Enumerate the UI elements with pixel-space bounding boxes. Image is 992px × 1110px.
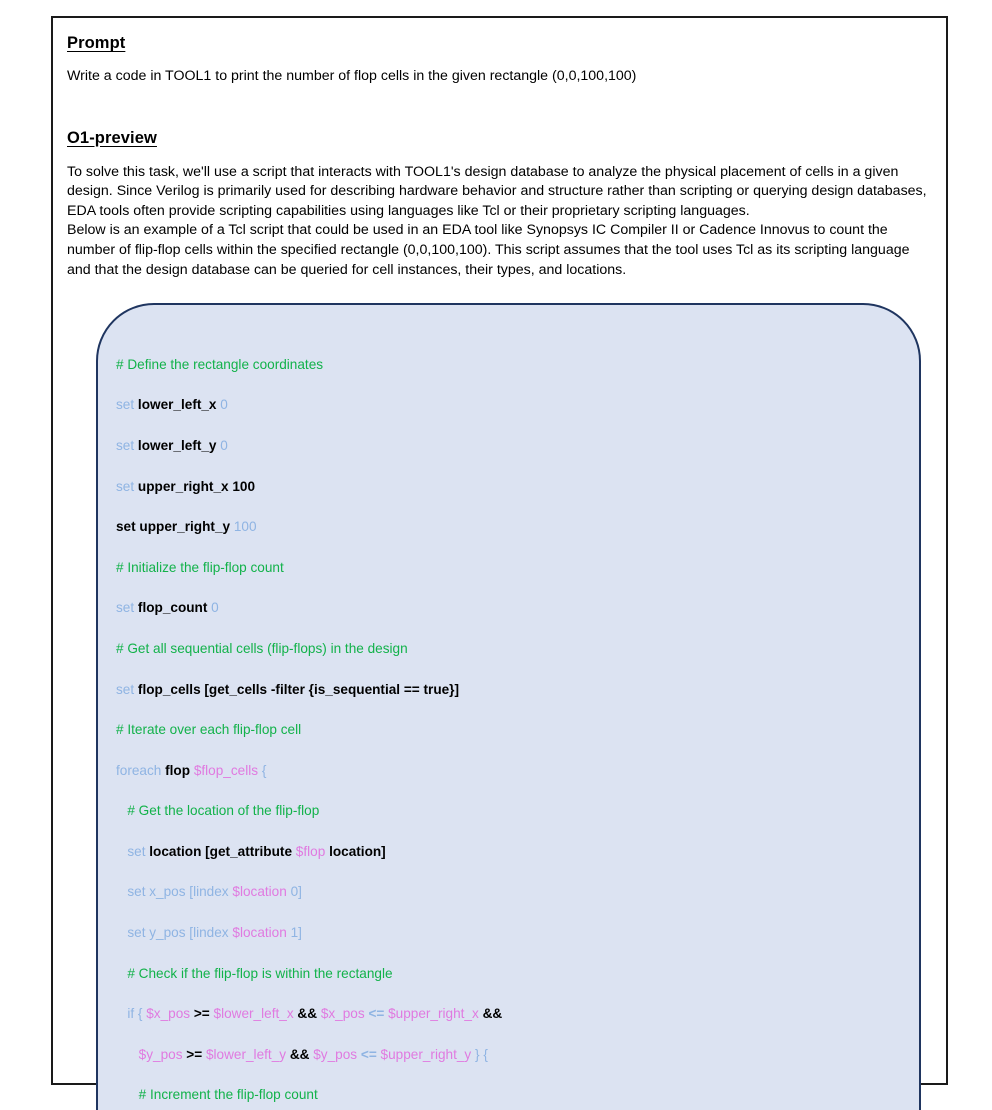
prompt-text: Write a code in TOOL1 to print the numbe… bbox=[67, 68, 637, 84]
code-line: set lower_left_x 0 bbox=[116, 397, 228, 413]
document-content: Prompt Write a code in TOOL1 to print th… bbox=[67, 28, 936, 1110]
code-line: # Increment the flip-flop count bbox=[138, 1087, 318, 1103]
code-line: set y_pos [lindex $location 1] bbox=[127, 925, 302, 941]
prompt-heading: Prompt bbox=[67, 34, 126, 52]
answer-body: To solve this task, we'll use a script t… bbox=[67, 163, 936, 281]
code-line: set upper_right_x 100 bbox=[116, 478, 256, 494]
answer-paragraph-2: Below is an example of a Tcl script that… bbox=[67, 222, 910, 278]
code-line: # Iterate over each flip-flop cell bbox=[116, 722, 302, 738]
code-line: foreach flop $flop_cells { bbox=[116, 762, 267, 778]
code-line: set flop_count 0 bbox=[116, 600, 219, 616]
code-line: set flop_cells [get_cells -filter {is_se… bbox=[116, 681, 460, 697]
code-line: # Define the rectangle coordinates bbox=[116, 356, 324, 372]
page-root: Prompt Write a code in TOOL1 to print th… bbox=[0, 0, 992, 1110]
code-line: # Check if the flip-flop is within the r… bbox=[127, 965, 393, 981]
code-line: set upper_right_y 100 bbox=[116, 519, 257, 535]
code-line: set lower_left_y 0 bbox=[116, 437, 228, 453]
code-line: $y_pos >= $lower_left_y && $y_pos <= $up… bbox=[138, 1046, 488, 1062]
code-line: set x_pos [lindex $location 0] bbox=[127, 884, 302, 900]
code-line: # Initialize the flip-flop count bbox=[116, 559, 284, 575]
code-line: set location [get_attribute $flop locati… bbox=[127, 843, 386, 859]
document-frame: Prompt Write a code in TOOL1 to print th… bbox=[51, 16, 948, 1110]
code-lines: # Define the rectangle coordinates set l… bbox=[98, 314, 919, 1110]
code-line: # Get all sequential cells (flip-flops) … bbox=[116, 640, 408, 656]
code-block: # Define the rectangle coordinates set l… bbox=[96, 303, 921, 1110]
answer-paragraph-1: To solve this task, we'll use a script t… bbox=[67, 163, 927, 219]
answer-heading: O1-preview bbox=[67, 128, 157, 147]
code-line: if { $x_pos >= $lower_left_x && $x_pos <… bbox=[127, 1006, 503, 1022]
code-line: # Get the location of the flip-flop bbox=[127, 803, 320, 819]
